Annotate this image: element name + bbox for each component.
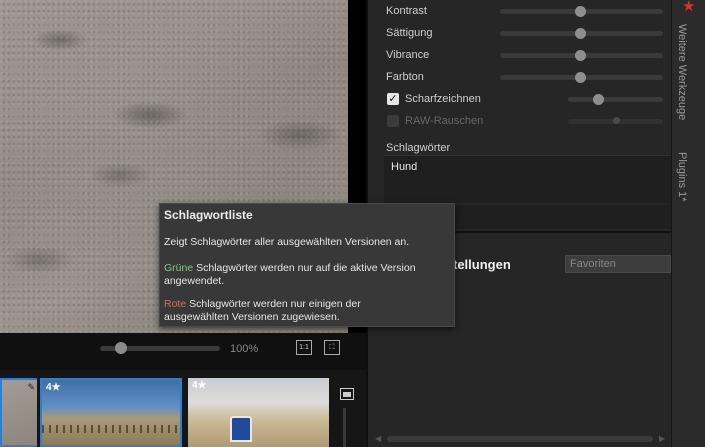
- thumbnail-rating: 4★: [46, 382, 61, 393]
- pencil-icon: ✎: [27, 382, 35, 392]
- favorite-star-icon[interactable]: ★: [682, 0, 695, 15]
- tooltip-green-rest: Schlagwörter werden nur auf die aktive V…: [193, 262, 416, 274]
- thumbnail-rating: 4★: [192, 380, 207, 391]
- presets-dropdown[interactable]: Favoriten: [565, 255, 671, 273]
- beach-chair-graphic: [230, 416, 252, 442]
- filmstrip-thumbnail[interactable]: ✎: [0, 378, 37, 447]
- keywords-title: Schlagwörter: [386, 142, 451, 154]
- tooltip-text: Zeigt Schlagwörter aller ausgewählten Ve…: [164, 236, 410, 248]
- zoom-1to1-button[interactable]: 1:1: [296, 340, 312, 355]
- filmstrip-thumbnail[interactable]: 4★: [188, 378, 329, 447]
- tab-more-tools[interactable]: Weitere Werkzeuge: [676, 24, 688, 120]
- inspector-horizontal-scrollbar[interactable]: [387, 436, 653, 442]
- raw-noise-checkbox[interactable]: [387, 115, 399, 127]
- sharpen-slider-thumb[interactable]: [593, 94, 604, 105]
- filmstrip-scrollbar[interactable]: [343, 408, 346, 447]
- scroll-right-arrow-icon[interactable]: ▶: [659, 434, 665, 443]
- hue-slider-thumb[interactable]: [575, 72, 586, 83]
- saturation-slider-thumb[interactable]: [575, 28, 586, 39]
- filmstrip-thumbnail[interactable]: 4★: [40, 378, 182, 447]
- tooltip-text: angewendet.: [164, 275, 225, 287]
- tab-plugins[interactable]: Plugins 1*: [676, 152, 688, 202]
- zoom-slider-thumb[interactable]: [115, 342, 127, 354]
- tooltip-title: Schlagwortliste: [164, 208, 253, 222]
- keyword-tag[interactable]: Hund: [391, 161, 417, 173]
- tooltip-red-word: Rote: [164, 298, 187, 310]
- scroll-left-arrow-icon[interactable]: ◀: [375, 434, 381, 443]
- raw-noise-slider-thumb[interactable]: [613, 117, 620, 124]
- raw-noise-label: RAW-Rauschen: [405, 115, 484, 127]
- tooltip-text-red: Rote Schlagwörter werden nur einigen der: [164, 298, 361, 310]
- saturation-label: Sättigung: [386, 27, 433, 39]
- contrast-label: Kontrast: [386, 5, 427, 17]
- tooltip-text: ausgewählten Versionen zugewiesen.: [164, 311, 340, 323]
- zoom-value: 100%: [230, 343, 259, 355]
- tooltip-text-green: Grüne Schlagwörter werden nur auf die ak…: [164, 262, 416, 274]
- sharpen-slider[interactable]: [568, 97, 663, 102]
- hue-label: Farbton: [386, 71, 424, 83]
- presets-section-title: tellungen: [453, 257, 511, 272]
- zoom-fit-button[interactable]: ⛶: [324, 340, 340, 355]
- keywords-field[interactable]: [384, 155, 671, 203]
- tooltip-red-rest: Schlagwörter werden nur einigen der: [186, 298, 361, 310]
- vibrance-slider-thumb[interactable]: [575, 50, 586, 61]
- contrast-slider-thumb[interactable]: [575, 6, 586, 17]
- vibrance-label: Vibrance: [386, 49, 430, 61]
- filmstrip-view-icon[interactable]: [340, 388, 354, 400]
- fence-graphic: [42, 425, 180, 433]
- sharpen-checkbox[interactable]: ✓: [387, 93, 399, 105]
- tooltip-green-word: Grüne: [164, 262, 194, 274]
- sharpen-label: Scharfzeichnen: [405, 93, 481, 105]
